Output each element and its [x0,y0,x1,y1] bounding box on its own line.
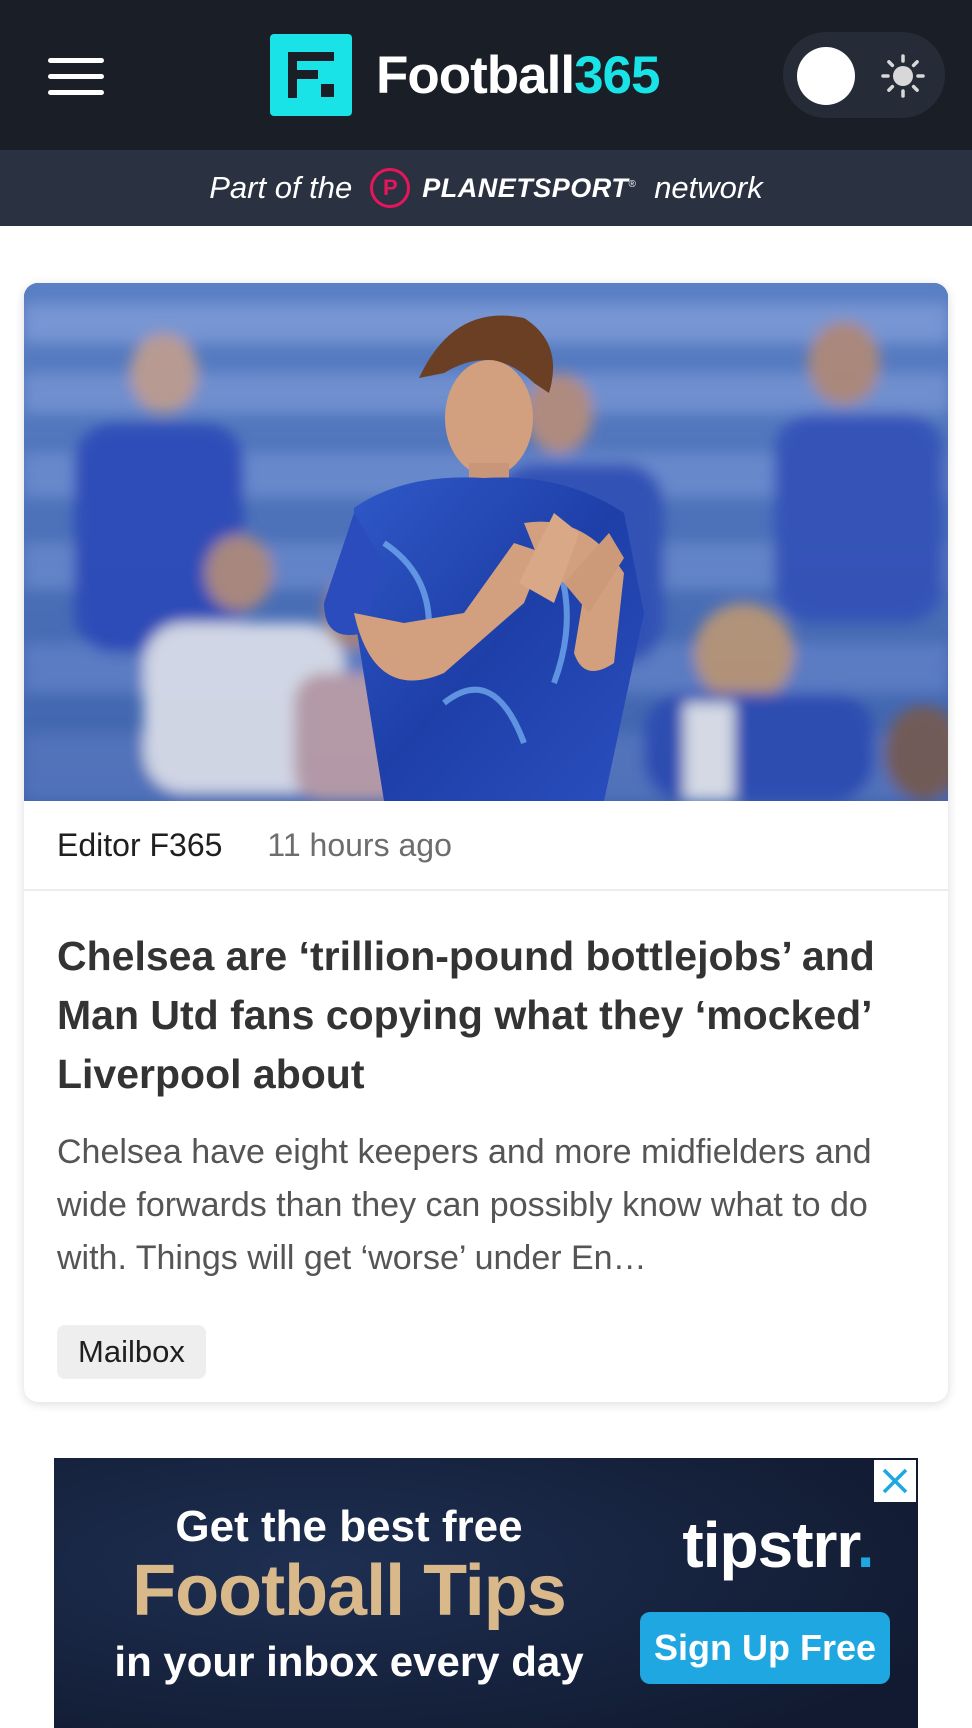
article-tag-mailbox[interactable]: Mailbox [57,1325,206,1379]
tipstrr-ad-banner[interactable]: Get the best free Football Tips in your … [54,1458,918,1728]
hamburger-menu-icon[interactable] [48,56,104,96]
trademark: ® [628,178,637,190]
article-summary: Chelsea have eight keepers and more midf… [57,1133,872,1277]
network-bar: Part of the P PLANETSPORT® network [0,150,972,226]
close-glyph [882,1468,908,1494]
planetsport-logo-icon: P [370,168,411,208]
network-prefix: Part of the [209,170,353,205]
planetsport-name: PLANETSPORT® [422,172,637,203]
ad-line-1: Get the best free [175,1502,523,1551]
brand-number: 365 [574,45,660,105]
ad-line-2: Football Tips [132,1551,567,1631]
article-card[interactable]: Editor F365 11 hours ago Chelsea are ‘tr… [24,283,948,1402]
sun-icon [881,54,925,98]
site-header: Football365 [0,0,972,150]
article-meta: Editor F365 11 hours ago [24,801,948,891]
theme-toggle[interactable] [783,32,945,118]
article-headline[interactable]: Chelsea are ‘trillion-pound bottlejobs’ … [57,927,917,1104]
toggle-knob [797,47,855,105]
football365-logo-icon [270,34,352,116]
planetsport-logo[interactable]: P PLANETSPORT® [370,168,636,208]
ad-sign-up-button[interactable]: Sign Up Free [640,1612,890,1684]
tipstrr-logo: tipstrr. [682,1509,874,1581]
site-name: Football365 [376,45,661,106]
brand-word: Football [376,45,575,105]
article-author[interactable]: Editor F365 [57,827,222,864]
article-time: 11 hours ago [267,826,452,863]
ad-line-3: in your inbox every day [114,1638,584,1685]
close-icon[interactable] [874,1460,916,1502]
site-logo[interactable]: Football365 [270,34,661,116]
article-hero-image[interactable] [24,283,948,801]
network-suffix: network [654,170,763,205]
